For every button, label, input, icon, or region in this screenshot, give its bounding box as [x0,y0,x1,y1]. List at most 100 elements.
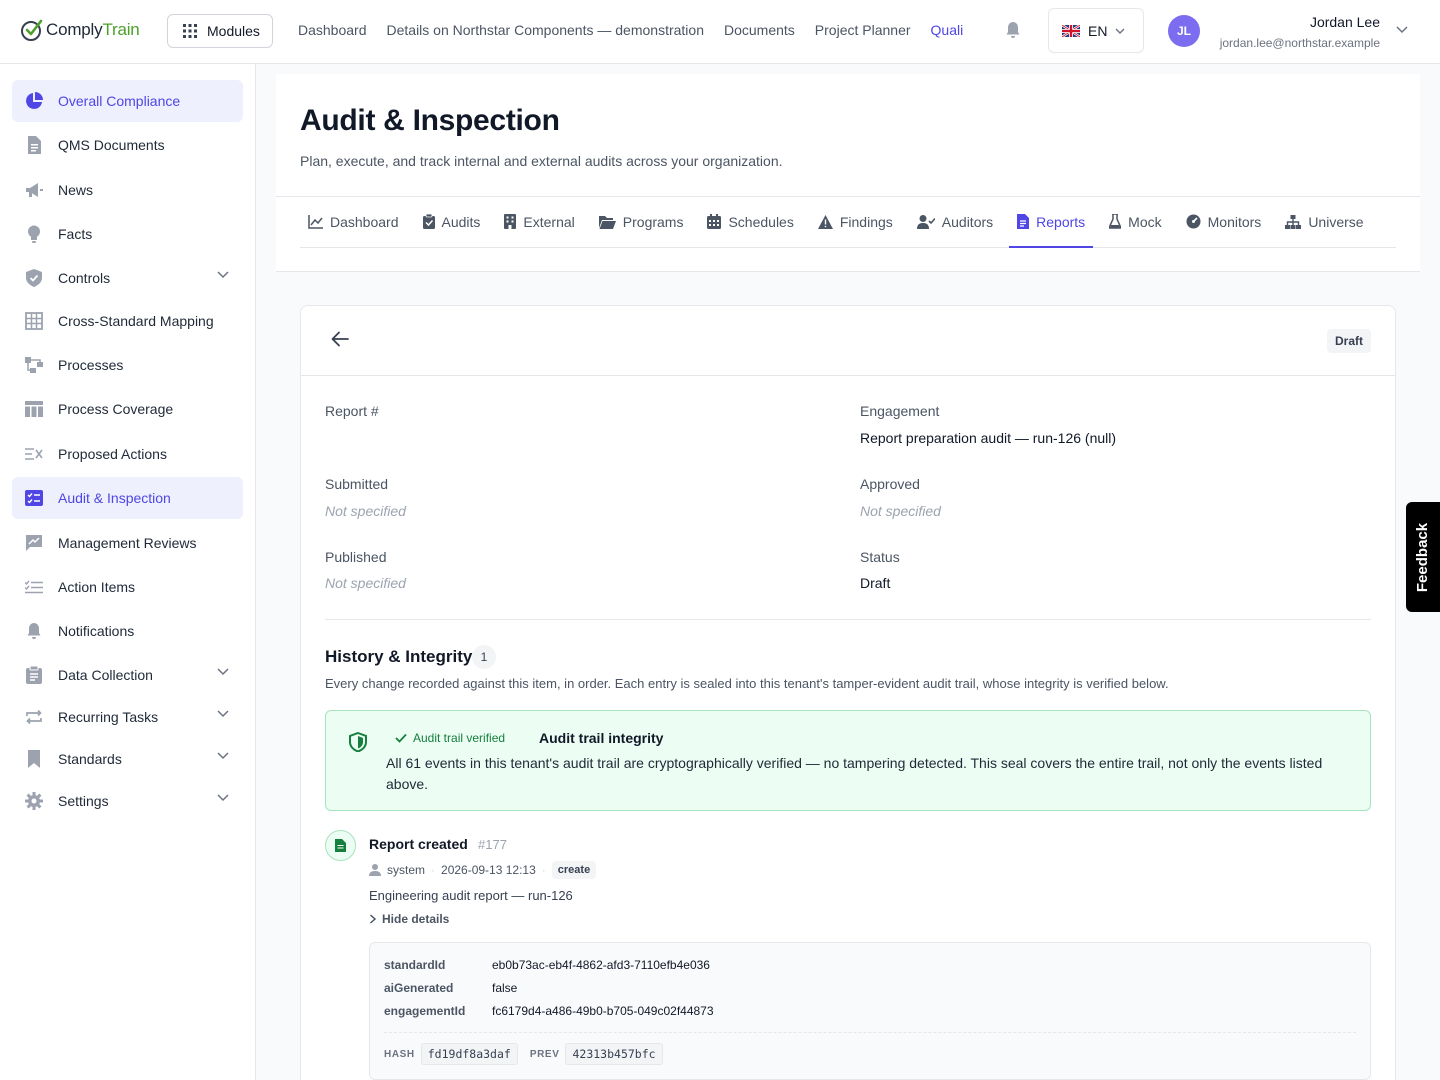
event-title: Report created [369,836,468,852]
detail-value: false [492,981,518,995]
sidebar-item-label: Overall Compliance [58,93,181,109]
shield-check-icon [24,268,44,288]
verification-title: Audit trail integrity [539,730,664,746]
user-menu-chevron-icon[interactable] [1396,26,1408,34]
grid-icon [24,311,44,331]
topnav-project-planner[interactable]: Project Planner [815,22,911,38]
notifications-bell-icon[interactable] [1005,21,1021,39]
sidebar-item-facts[interactable]: Facts [12,213,243,255]
sidebar-item-settings[interactable]: Settings [12,780,243,822]
app-logo[interactable]: ComplyTrain [20,18,140,42]
flask-icon [1109,214,1122,229]
back-arrow-icon[interactable] [331,331,349,347]
tab-label: Dashboard [330,213,399,230]
language-code: EN [1088,22,1108,39]
tab-dashboard[interactable]: Dashboard [300,197,407,248]
modules-label: Modules [207,23,260,39]
sidebar-item-overall-compliance[interactable]: Overall Compliance [12,80,243,122]
event-document-icon [325,830,356,861]
prev-hash-value[interactable]: 42313b457bfc [565,1043,663,1065]
event-description: Engineering audit report — run-126 [369,888,573,903]
sidebar-item-audit-inspection[interactable]: Audit & Inspection [12,477,243,519]
tab-label: Schedules [728,213,794,230]
separator-dot: · [431,863,436,877]
detail-row: standardId eb0b73ac-eb4f-4862-afd3-7110e… [384,958,710,972]
tab-auditors[interactable]: Auditors [909,197,1001,248]
sidebar-item-label: Process Coverage [58,401,174,417]
history-count-badge: 1 [472,645,496,669]
tab-mock[interactable]: Mock [1101,197,1169,248]
sidebar-item-processes[interactable]: Processes [12,344,243,386]
table-icon [24,399,44,419]
event-meta: system · 2026-09-13 12:13 · create [369,861,597,879]
verified-badge: Audit trail verified [395,731,505,745]
logo-check-icon [21,19,43,41]
sidebar-item-label: Facts [58,226,93,242]
language-selector[interactable]: EN [1048,8,1144,53]
report-number-label: Report # [325,403,379,419]
sidebar-item-controls[interactable]: Controls [12,257,243,299]
sidebar-item-cross-standard-mapping[interactable]: Cross-Standard Mapping [12,300,243,342]
tab-monitors[interactable]: Monitors [1178,197,1270,248]
sidebar-item-management-reviews[interactable]: Management Reviews [12,522,243,564]
checklist-icon [24,488,44,508]
list-x-icon [24,444,44,464]
tab-audits[interactable]: Audits [415,197,489,248]
sidebar-item-notifications[interactable]: Notifications [12,610,243,652]
sidebar-item-label: Recurring Tasks [58,709,159,725]
report-card: Draft Report # Engagement Report prepara… [300,305,1396,1080]
page-title: Audit & Inspection [300,104,560,137]
toggle-details-button[interactable]: Hide details [369,912,449,926]
sidebar-item-action-items[interactable]: Action Items [12,566,243,608]
hash-value[interactable]: fd19df8a3daf [420,1043,518,1065]
topnav-documents[interactable]: Documents [724,22,795,38]
sidebar-item-news[interactable]: News [12,169,243,211]
user-name[interactable]: Jordan Lee [1310,14,1380,30]
sidebar-item-label: Management Reviews [58,535,197,551]
topnav-dashboard[interactable]: Dashboard [298,22,367,38]
uk-flag-icon [1062,24,1080,37]
tab-label: Reports [1036,213,1086,230]
sidebar-item-label: Data Collection [58,667,153,683]
sidebar-item-data-collection[interactable]: Data Collection [12,654,243,696]
tab-label: Audits [441,213,481,230]
status-badge: Draft [1326,329,1371,353]
shield-icon [349,732,367,752]
detail-row: aiGenerated false [384,981,517,995]
feedback-tab[interactable]: Feedback [1406,502,1440,612]
sidebar-item-standards[interactable]: Standards [12,738,243,780]
hierarchy-icon [1285,214,1302,229]
tab-programs[interactable]: Programs [591,197,692,248]
sidebar-item-recurring-tasks[interactable]: Recurring Tasks [12,696,243,738]
tab-universe[interactable]: Universe [1277,197,1371,248]
repeat-icon [24,707,44,727]
lightbulb-icon [24,224,44,244]
feedback-label: Feedback [1414,522,1432,592]
page-header: Audit & Inspection Plan, execute, and tr… [276,74,1420,272]
user-avatar[interactable]: JL [1168,15,1200,47]
topnav-details[interactable]: Details on Northstar Components — demons… [387,22,704,38]
tab-schedules[interactable]: Schedules [699,197,801,248]
tab-label: Findings [839,213,893,230]
tab-external[interactable]: External [496,197,582,248]
document-icon [24,135,44,155]
history-title: History & Integrity [325,647,473,666]
modules-button[interactable]: Modules [167,14,273,48]
status-label: Status [860,549,900,565]
tab-findings[interactable]: Findings [810,197,901,248]
status-value: Draft [860,575,891,591]
topnav-quali[interactable]: Quali [931,22,964,38]
bookmark-icon [24,749,44,769]
tab-reports[interactable]: Reports [1009,197,1094,248]
section-tabs: Dashboard Audits External Programs Sched… [300,197,1396,248]
published-value: Not specified [325,575,406,591]
sidebar-item-proposed-actions[interactable]: Proposed Actions [12,433,243,475]
history-description: Every change recorded against this item,… [325,676,1169,691]
hash-label: HASH [384,1048,415,1060]
separator-dot: · [541,863,546,877]
chevron-down-icon [217,752,229,760]
sidebar-item-process-coverage[interactable]: Process Coverage [12,388,243,430]
sidebar-item-qms-documents[interactable]: QMS Documents [12,124,243,166]
sidebar-item-label: QMS Documents [58,137,165,153]
detail-key: aiGenerated [384,981,454,995]
